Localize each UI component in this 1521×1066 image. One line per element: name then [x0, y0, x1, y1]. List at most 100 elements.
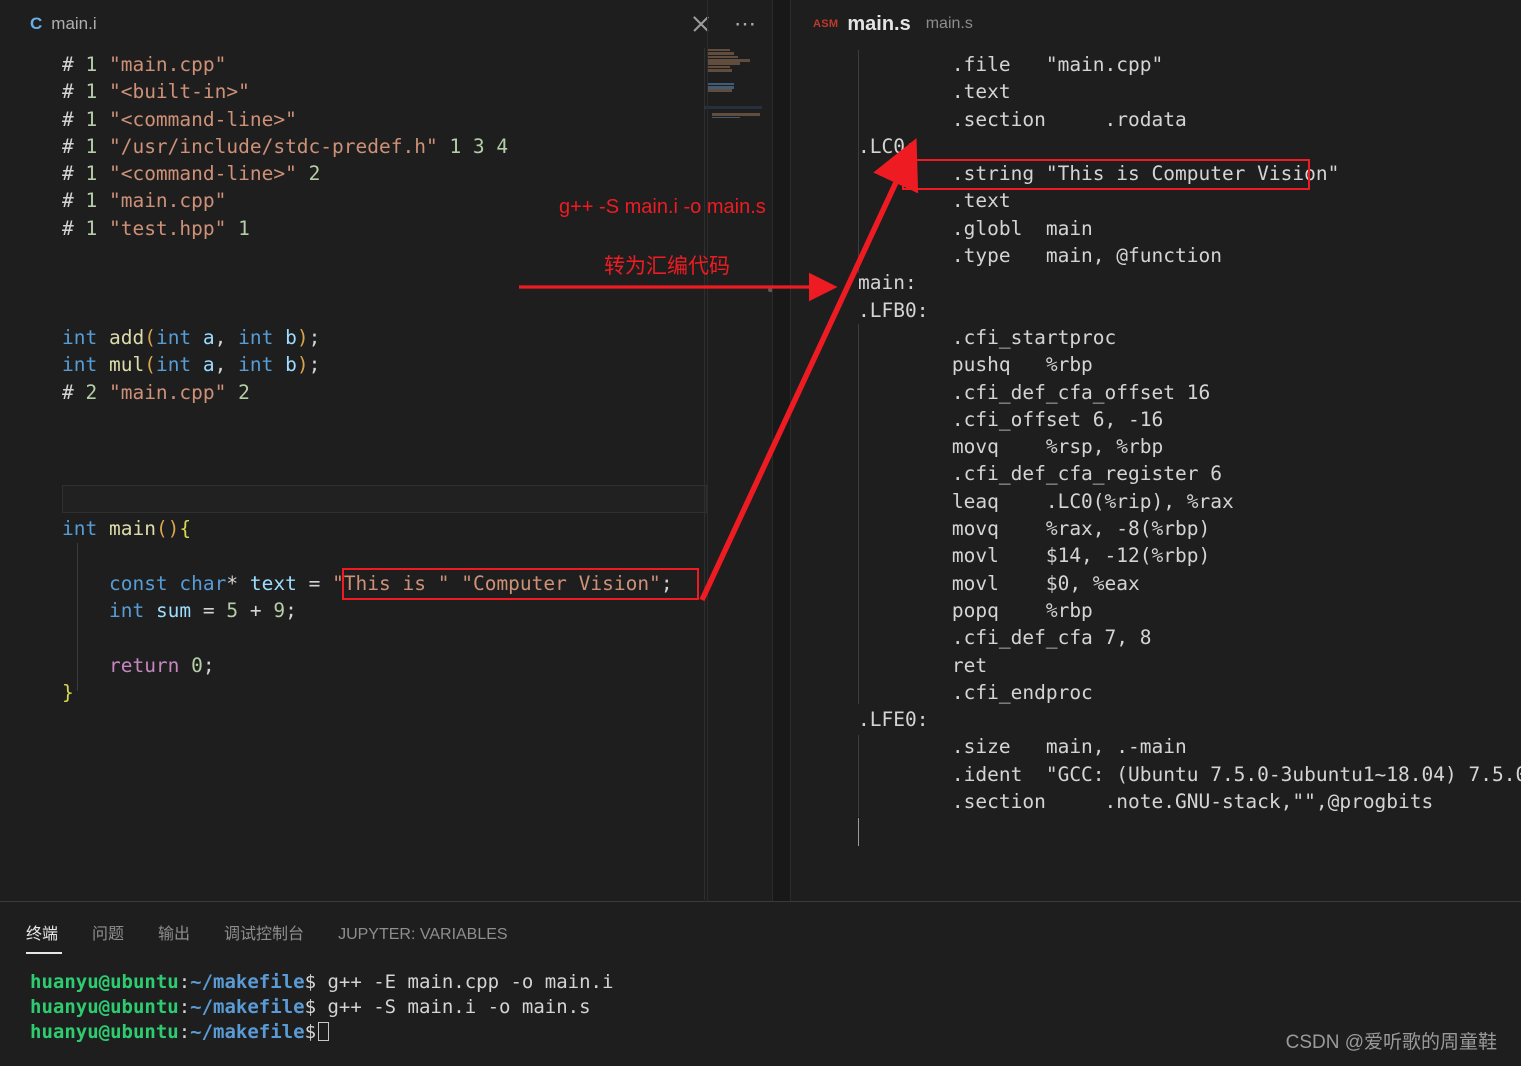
minimap-line	[708, 69, 732, 72]
terminal-prompt: $	[304, 1021, 317, 1043]
code-line: return 0;	[62, 652, 772, 679]
editor-group-divider[interactable]	[773, 0, 791, 901]
asm-line: movl $0, %eax	[858, 571, 1140, 595]
tab-sublabel: main.s	[925, 15, 973, 32]
panel-tab-3[interactable]: 调试控制台	[224, 920, 326, 954]
asm-line: .globl main	[858, 216, 1093, 240]
code-token: 5	[226, 598, 239, 622]
code-token: b	[285, 353, 297, 377]
tab-main-i[interactable]: C main.i	[0, 0, 111, 48]
code-token: 1	[85, 80, 109, 104]
panel-tab-2[interactable]: 输出	[158, 920, 212, 954]
terminal-cursor	[318, 1022, 330, 1041]
code-token: (	[144, 325, 156, 349]
minimap-line	[708, 55, 738, 59]
code-token: 1	[85, 189, 109, 213]
terminal-colon: :	[178, 996, 191, 1018]
minimap-line	[712, 116, 740, 118]
terminal-prompt: $	[304, 996, 317, 1018]
code-token: main	[108, 517, 156, 541]
panel-tab-1[interactable]: 问题	[92, 920, 146, 954]
code-token: (	[144, 353, 156, 377]
asm-line: .size main, .-main	[858, 735, 1187, 759]
code-token: ,	[214, 353, 239, 377]
terminal-path: ~/makefile	[190, 996, 305, 1018]
code-token: 1	[85, 216, 109, 240]
watermark: CSDN @爱听歌的周童鞋	[1285, 1032, 1497, 1053]
asm-line: .file "main.cpp"	[858, 53, 1164, 76]
panel-tab-4[interactable]: JUPYTER: VARIABLES	[338, 926, 530, 954]
code-token: int	[62, 353, 109, 377]
left-code-content[interactable]: # 1 "main.cpp" # 1 "<built-in>" # 1 "<comm…	[0, 48, 772, 901]
code-token: #	[62, 189, 86, 213]
code-token: 2	[85, 380, 109, 404]
minimap-slider[interactable]	[704, 48, 772, 900]
code-token: "<command-line>"	[108, 107, 297, 131]
asm-file-icon: ASM	[813, 18, 839, 30]
asm-line: .LC0:	[858, 134, 917, 158]
panel-tab-0[interactable]: 终端	[26, 920, 80, 954]
asm-indent-guide-1	[858, 50, 859, 273]
code-token: ()	[155, 517, 180, 541]
code-token: )	[296, 325, 309, 349]
code-line: # 1 "<command-line>"	[62, 106, 772, 133]
minimap-line	[708, 52, 734, 55]
minimap[interactable]	[704, 48, 770, 118]
annotation-chinese: 转为汇编代码	[604, 255, 730, 278]
asm-line: .cfi_endproc	[858, 680, 1093, 704]
code-token: 0	[191, 653, 203, 677]
code-token: char	[179, 571, 227, 595]
more-actions-icon[interactable]: ⋯	[734, 13, 758, 35]
annotation-command: g++ -S main.i -o main.s	[559, 196, 766, 218]
asm-line: .text	[858, 189, 1011, 213]
code-line: int add(int a, int b);	[62, 324, 772, 351]
close-icon[interactable]	[690, 13, 712, 35]
editor-group-edge-2	[790, 0, 791, 901]
terminal-path: ~/makefile	[190, 971, 305, 993]
code-token: 1	[85, 53, 109, 76]
right-code-content[interactable]: .file "main.cpp" .text .section .rodata.…	[791, 48, 1521, 901]
code-line: # 1 "main.cpp"	[62, 51, 772, 78]
tab-main-s[interactable]: ASM main.s main.s	[791, 0, 987, 48]
terminal-path: ~/makefile	[190, 1021, 305, 1043]
terminal-user: huanyu@ubuntu	[30, 996, 179, 1018]
left-tabbar: C main.i ⋯	[0, 0, 772, 48]
minimap-line	[708, 58, 750, 62]
asm-cursor-guide	[858, 818, 859, 846]
code-line: # 1 "<command-line>" 2	[62, 160, 772, 187]
code-token: 9	[273, 598, 286, 622]
code-token: ;	[308, 325, 321, 349]
asm-line: .string "This is Computer Vision"	[858, 162, 1340, 186]
code-line: # 2 "main.cpp" 2	[62, 379, 772, 406]
code-token: ;	[660, 571, 673, 595]
code-token: "test.hpp"	[108, 216, 227, 240]
editor-group-left: C main.i ⋯ # 1 "main.cpp" # 1 "<built-in>…	[0, 0, 790, 901]
asm-indent-guide-2	[858, 324, 859, 704]
code-token: =	[296, 571, 333, 595]
code-token: #	[62, 80, 86, 104]
terminal-line: huanyu@ubuntu:~/makefile$ g++ -E main.cp…	[30, 970, 1521, 995]
code-token: 1 3 4	[449, 134, 509, 158]
code-token: #	[62, 53, 86, 76]
code-line: int sum = 5 + 9;	[62, 597, 772, 624]
asm-line: movq %rax, -8(%rbp)	[858, 517, 1211, 541]
code-line: # 1 "/usr/include/stdc-predef.h" 1 3 4	[62, 133, 772, 160]
asm-line: .cfi_startproc	[858, 325, 1117, 349]
code-token: int	[238, 325, 286, 349]
code-token: text	[249, 571, 297, 595]
code-token: "main.cpp"	[108, 380, 227, 404]
code-token: "/usr/include/stdc-predef.h"	[108, 134, 438, 158]
code-token: }	[62, 680, 74, 704]
terminal-user: huanyu@ubuntu	[30, 1021, 179, 1043]
terminal-colon: :	[178, 971, 191, 993]
code-token: #	[62, 216, 86, 240]
